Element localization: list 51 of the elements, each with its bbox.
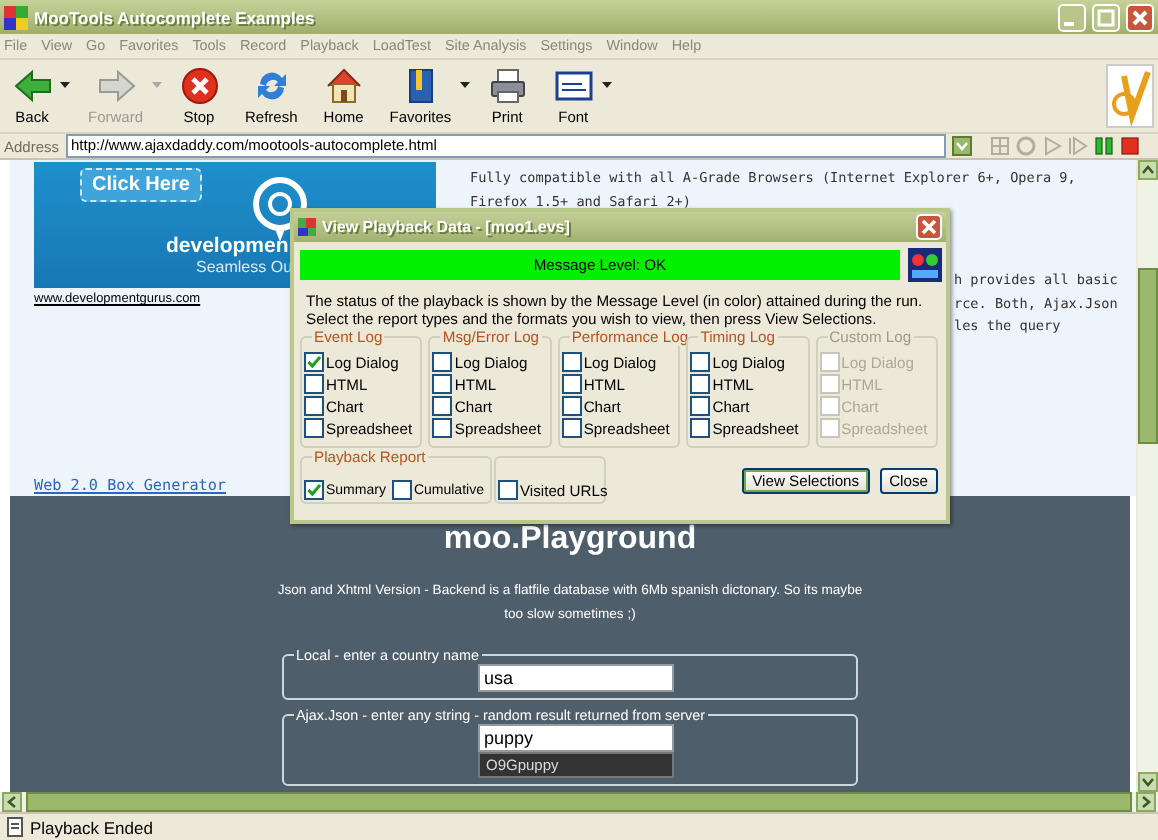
caret-icon bbox=[60, 82, 70, 89]
scroll-left-icon[interactable] bbox=[2, 792, 22, 813]
scroll-right-icon[interactable] bbox=[1136, 792, 1156, 813]
checkbox[interactable] bbox=[304, 480, 324, 501]
scrollbar-thumb[interactable] bbox=[26, 792, 1132, 813]
home-icon bbox=[323, 66, 364, 107]
checkbox[interactable] bbox=[304, 418, 324, 439]
status-text: Playback Ended bbox=[30, 817, 153, 838]
checkbox[interactable] bbox=[690, 418, 711, 439]
traffic-light-logo-icon bbox=[908, 248, 942, 283]
text-field[interactable]: puppy bbox=[478, 724, 674, 753]
click-here-button[interactable]: Click Here bbox=[80, 168, 202, 203]
checkbox[interactable] bbox=[304, 396, 324, 417]
printer-icon bbox=[487, 66, 528, 107]
forward-arrow-icon bbox=[95, 66, 136, 107]
checkbox[interactable] bbox=[561, 418, 582, 439]
dropdown-icon[interactable] bbox=[951, 136, 972, 157]
checkbox[interactable] bbox=[304, 374, 324, 395]
dialog-app-icon bbox=[298, 218, 316, 237]
checkbox[interactable] bbox=[561, 352, 582, 373]
caret-icon bbox=[601, 82, 612, 89]
checkbox[interactable] bbox=[432, 374, 453, 395]
text-field[interactable]: usa bbox=[478, 664, 674, 693]
section-title: moo.Playground bbox=[443, 522, 697, 559]
app-icon bbox=[4, 5, 28, 30]
checkbox[interactable] bbox=[690, 352, 711, 373]
caret-icon bbox=[151, 82, 162, 89]
checkbox[interactable] bbox=[432, 352, 453, 373]
close-icon[interactable] bbox=[1126, 3, 1154, 32]
checkbox[interactable] bbox=[432, 396, 453, 417]
checkbox[interactable] bbox=[690, 374, 711, 395]
back-arrow-icon bbox=[12, 66, 52, 107]
checkbox[interactable] bbox=[304, 352, 324, 373]
checkbox[interactable] bbox=[561, 374, 582, 395]
checkbox[interactable] bbox=[690, 396, 711, 417]
stop-icon bbox=[179, 66, 220, 107]
caret-icon bbox=[459, 82, 470, 89]
scroll-down-icon[interactable] bbox=[1138, 772, 1158, 793]
window-title: MooTools Autocomplete Examples bbox=[34, 7, 317, 28]
checkbox[interactable] bbox=[561, 396, 582, 417]
checkbox[interactable] bbox=[498, 480, 518, 501]
brand-name: developmen bbox=[166, 234, 289, 259]
checkbox[interactable] bbox=[391, 480, 412, 501]
scrollbar-thumb[interactable] bbox=[1138, 268, 1158, 445]
stop-icon[interactable] bbox=[1119, 136, 1140, 157]
document-icon bbox=[6, 816, 24, 839]
pause-icon[interactable] bbox=[1093, 136, 1114, 157]
scroll-up-icon[interactable] bbox=[1138, 160, 1158, 181]
checkbox[interactable] bbox=[432, 418, 453, 439]
font-icon bbox=[553, 66, 594, 107]
close-icon[interactable] bbox=[916, 214, 942, 241]
